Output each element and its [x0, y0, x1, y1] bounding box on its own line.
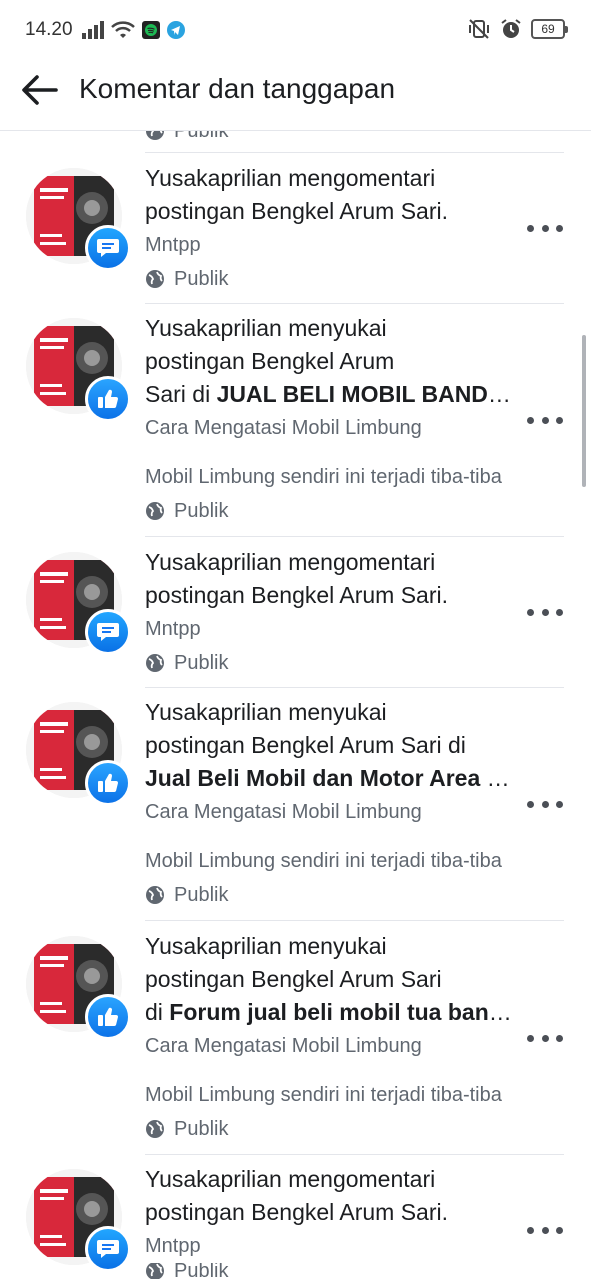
post-excerpt: Mobil Limbung sendiri ini terjadi tiba-t… [145, 466, 502, 488]
notification-text: Yusakaprilian mengomentari [145, 165, 436, 191]
privacy-label: Publik [145, 878, 513, 912]
notification-text: Yusakaprilian menyukai [145, 699, 387, 725]
comment-badge-icon [85, 225, 131, 271]
more-options-icon[interactable] [527, 408, 563, 432]
more-options-icon[interactable] [527, 1026, 563, 1050]
post-title: Cara Mengatasi Mobil Limbung [145, 1035, 422, 1057]
comment-badge-icon [85, 609, 131, 655]
privacy-label: Publik [145, 494, 513, 528]
more-options-icon[interactable] [527, 792, 563, 816]
more-options-icon[interactable] [527, 216, 563, 240]
divider [145, 920, 564, 921]
divider [145, 536, 564, 537]
divider [145, 152, 564, 153]
post-excerpt: Mobil Limbung sendiri ini terjadi tiba-t… [145, 850, 502, 872]
notification-text: Sari di JUAL BELI MOBIL BANDUNG [145, 378, 513, 411]
more-options-icon[interactable] [527, 600, 563, 624]
post-title: Cara Mengatasi Mobil Limbung [145, 801, 422, 823]
like-badge-icon [85, 760, 131, 806]
notification-text: postingan Bengkel Arum [145, 348, 395, 374]
divider [145, 303, 564, 304]
alarm-icon [501, 19, 521, 38]
like-badge-icon [85, 376, 131, 422]
signal-icon [82, 21, 104, 39]
more-options-icon[interactable] [527, 1218, 563, 1242]
globe-icon [146, 502, 164, 520]
notification-text: Yusakaprilian mengomentari [145, 1166, 436, 1192]
group-name[interactable]: JUAL BELI MOBIL BANDUNG [217, 381, 513, 407]
status-time: 14.20 [25, 19, 73, 40]
globe-icon [146, 886, 164, 904]
comment-preview: Mntpp [145, 234, 201, 256]
divider [145, 1154, 564, 1155]
group-name[interactable]: Jual Beli Mobil dan Motor Area Bandung [145, 765, 513, 791]
post-title: Cara Mengatasi Mobil Limbung [145, 417, 422, 439]
notification-text: Yusakaprilian menyukai [145, 933, 387, 959]
notification-text: Jual Beli Mobil dan Motor Area Bandung [145, 762, 513, 795]
post-excerpt: Mobil Limbung sendiri ini terjadi tiba-t… [145, 1084, 502, 1106]
privacy-label: Publik [145, 1112, 513, 1146]
wifi-icon [111, 21, 135, 38]
globe-icon [146, 1120, 164, 1138]
telegram-icon [167, 21, 185, 39]
mute-vibrate-icon [469, 19, 489, 39]
globe-icon [146, 270, 164, 288]
notification-text: postingan Bengkel Arum Sari [145, 966, 442, 992]
comment-preview: Mntpp [145, 1235, 201, 1257]
divider [145, 687, 564, 688]
group-name[interactable]: Forum jual beli mobil tua bandung [169, 999, 513, 1025]
notification-text: di Forum jual beli mobil tua bandung [145, 996, 513, 1029]
spotify-icon [142, 21, 160, 39]
notification-text: Yusakaprilian menyukai [145, 315, 387, 341]
notification-text: Yusakaprilian mengomentari [145, 549, 436, 575]
scrollbar[interactable] [582, 335, 586, 487]
notification-text: postingan Bengkel Arum Sari. [145, 1199, 449, 1225]
notification-text: postingan Bengkel Arum Sari di [145, 732, 466, 758]
privacy-label: Publik [145, 1263, 513, 1279]
battery-icon: 69 [531, 19, 568, 39]
comment-badge-icon [85, 1226, 131, 1272]
privacy-label: Publik [145, 646, 513, 680]
page-title: Komentar dan tanggapan [79, 73, 396, 104]
top-app-bar: Komentar dan tanggapan [0, 60, 591, 131]
privacy-label: Publik [145, 262, 513, 296]
globe-icon [146, 654, 164, 672]
comment-preview: Mntpp [145, 618, 201, 640]
like-badge-icon [85, 994, 131, 1040]
notification-text: postingan Bengkel Arum Sari. [145, 198, 449, 224]
status-bar: 14.20 69 [0, 0, 591, 60]
back-arrow-icon[interactable] [20, 73, 60, 107]
notification-text: postingan Bengkel Arum Sari. [145, 582, 449, 608]
globe-icon [146, 1263, 164, 1279]
